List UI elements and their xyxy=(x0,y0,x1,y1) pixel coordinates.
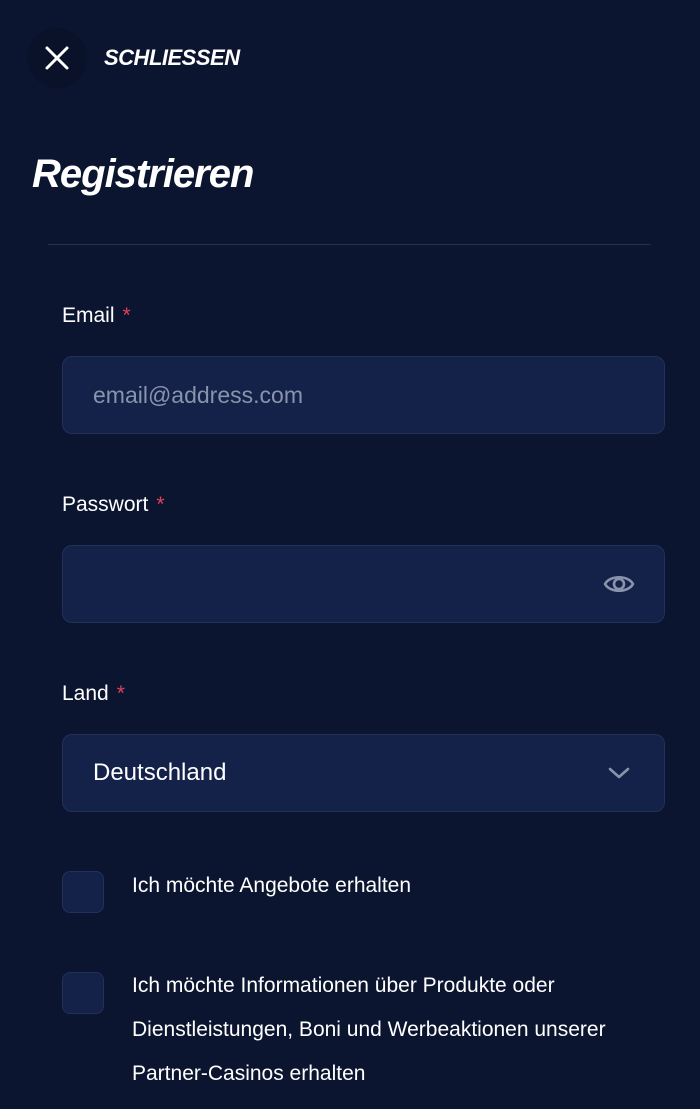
partner-info-checkbox-label[interactable]: Ich möchte Informationen über Produkte o… xyxy=(132,964,632,1096)
email-input[interactable] xyxy=(93,381,634,409)
offers-checkbox-label[interactable]: Ich möchte Angebote erhalten xyxy=(132,864,632,908)
email-label: Email * xyxy=(62,302,131,330)
email-field[interactable] xyxy=(62,356,665,434)
close-label[interactable]: SCHLIESSEN xyxy=(104,45,240,71)
page-title: Registrieren xyxy=(32,152,254,196)
toggle-password-visibility-button[interactable] xyxy=(602,567,636,601)
country-selected-value: Deutschland xyxy=(93,759,227,786)
country-select[interactable]: Deutschland xyxy=(62,734,665,812)
eye-icon xyxy=(603,575,635,593)
required-mark: * xyxy=(116,682,125,705)
required-mark: * xyxy=(122,304,131,327)
password-label: Passwort * xyxy=(62,491,165,519)
email-label-text: Email xyxy=(62,304,115,327)
close-button[interactable] xyxy=(27,28,87,88)
offers-checkbox[interactable] xyxy=(62,871,104,913)
country-dropdown-toggle[interactable] xyxy=(602,756,636,790)
password-input[interactable] xyxy=(93,570,602,598)
partner-info-checkbox[interactable] xyxy=(62,972,104,1014)
password-field[interactable] xyxy=(62,545,665,623)
country-label-text: Land xyxy=(62,682,109,705)
chevron-down-icon xyxy=(608,767,630,779)
close-icon xyxy=(45,46,69,70)
close-control[interactable]: SCHLIESSEN xyxy=(27,28,240,88)
divider xyxy=(48,244,651,245)
country-label: Land * xyxy=(62,680,125,708)
password-label-text: Passwort xyxy=(62,493,149,516)
required-mark: * xyxy=(156,493,165,516)
